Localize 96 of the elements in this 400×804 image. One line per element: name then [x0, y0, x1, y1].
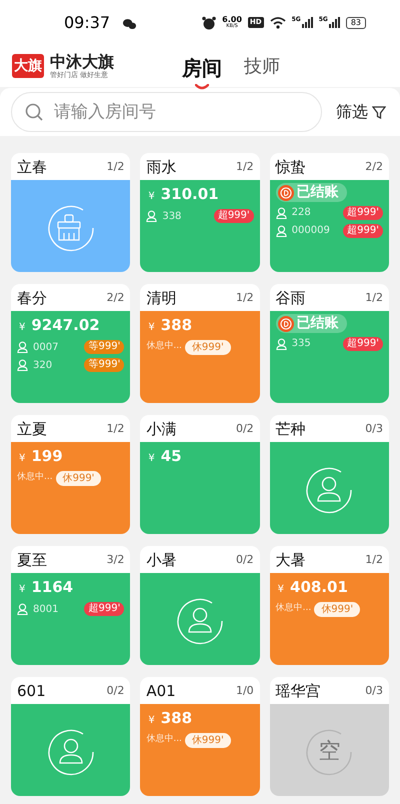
brand-name: 中沐大旗 [50, 54, 114, 70]
person-icon [276, 224, 287, 236]
currency-symbol: ¥ [19, 583, 26, 597]
time-tag: 等999' [84, 358, 124, 372]
occupancy-count: 0/2 [236, 421, 254, 438]
network-speed: 6.00 [222, 16, 242, 24]
room-name: 大暑 [276, 550, 306, 572]
occupancy-count: 2/2 [106, 290, 124, 306]
empty-mark: 空 [318, 738, 340, 766]
person-icon [276, 338, 287, 350]
occupancy-count: 1/2 [236, 290, 254, 306]
search-field[interactable]: 请输入房间号 [11, 92, 322, 132]
customer-id: 000009 [292, 224, 330, 238]
room-name: 夏至 [17, 550, 47, 572]
room-amount: 199 [31, 446, 63, 467]
currency-symbol: ¥ [148, 321, 155, 335]
room-amount: 408.01 [290, 577, 348, 598]
occupancy-count: 1/2 [106, 159, 124, 176]
room-amount: 310.01 [160, 184, 219, 205]
occupancy-count: 0/3 [365, 683, 383, 700]
occupancy-count: 0/2 [236, 552, 254, 568]
search-icon [25, 103, 43, 121]
currency-symbol: ¥ [19, 452, 26, 466]
room-name: 惊蛰 [276, 157, 306, 178]
customer-id: 338 [162, 210, 182, 224]
brand-logo: 大旗 [12, 54, 44, 78]
currency-symbol: ¥ [278, 583, 284, 597]
person-icon [17, 341, 28, 353]
room-amount: 388 [160, 315, 192, 336]
rest-status: 休息中... [146, 340, 182, 354]
room-name: 601 [17, 681, 46, 702]
occupancy-count: 0/3 [365, 421, 383, 438]
time-tag: 超999' [343, 224, 383, 238]
currency-symbol: ¥ [148, 452, 155, 466]
customer-id: 228 [292, 206, 311, 220]
rest-status: 休息中... [146, 733, 182, 746]
clock-time: 09:37 [64, 12, 110, 34]
room-name: 雨水 [146, 157, 176, 178]
room-name: 小满 [146, 419, 176, 440]
rest-tag: 休999' [184, 340, 231, 354]
room-name: 立夏 [17, 419, 47, 440]
rest-status: 休息中... [276, 602, 312, 616]
room-amount: 45 [160, 446, 182, 467]
person-icon [276, 206, 287, 218]
time-tag: 超999' [343, 206, 383, 220]
time-tag: 超999' [214, 209, 254, 223]
room-name: 春分 [17, 288, 47, 310]
currency-symbol: ¥ [148, 714, 155, 728]
rest-status: 休息中... [17, 471, 53, 484]
alarm-icon [202, 16, 216, 30]
rest-tag: 休999' [56, 470, 102, 486]
time-tag: 等999' [84, 340, 124, 354]
customer-id: 320 [33, 358, 52, 372]
occupancy-count: 1/0 [236, 683, 254, 700]
person-icon [17, 359, 28, 371]
tab-indicator [195, 84, 209, 91]
occupancy-count: 1/2 [236, 159, 254, 176]
room-amount: 9247.02 [31, 315, 100, 336]
room-amount: 388 [160, 708, 192, 729]
wifi-icon [270, 16, 286, 29]
battery-level: 83 [346, 16, 366, 28]
tab[interactable]: 房间 [182, 53, 222, 83]
signal-icon [302, 17, 313, 28]
room-name: 小暑 [146, 550, 176, 572]
filter-button[interactable]: 筛选 [336, 100, 386, 124]
customer-id: 0007 [33, 340, 58, 354]
occupancy-count: 0/2 [106, 683, 124, 700]
person-icon [17, 603, 28, 615]
room-name: 谷雨 [276, 288, 306, 310]
customer-id: 335 [292, 337, 311, 351]
occupancy-count: 1/2 [365, 290, 383, 306]
time-tag: 超999' [343, 336, 383, 350]
room-name: 瑶华宫 [276, 681, 321, 702]
rest-tag: 休999' [184, 732, 231, 748]
settled-label: 已结账 [296, 314, 339, 333]
tab[interactable]: 技师 [244, 53, 280, 80]
time-tag: 超999' [84, 602, 124, 616]
room-amount: 1164 [31, 577, 74, 598]
occupancy-count: 1/2 [365, 552, 383, 568]
occupancy-count: 2/2 [365, 159, 383, 176]
customer-id: 8001 [33, 602, 58, 616]
occupancy-count: 1/2 [106, 421, 124, 438]
room-name: 清明 [146, 288, 176, 310]
settled-label: 已结账 [296, 183, 339, 202]
rest-tag: 休999' [314, 602, 360, 616]
person-icon [146, 210, 158, 222]
room-name: A01 [146, 681, 176, 702]
signal-icon [328, 17, 340, 28]
filter-icon [372, 106, 386, 118]
coin-icon [278, 184, 294, 200]
currency-symbol: ¥ [148, 190, 155, 204]
room-name: 立春 [17, 157, 47, 178]
coin-icon [278, 316, 294, 332]
room-name: 芒种 [276, 419, 306, 440]
occupancy-count: 3/2 [106, 552, 124, 568]
currency-symbol: ¥ [19, 321, 26, 335]
